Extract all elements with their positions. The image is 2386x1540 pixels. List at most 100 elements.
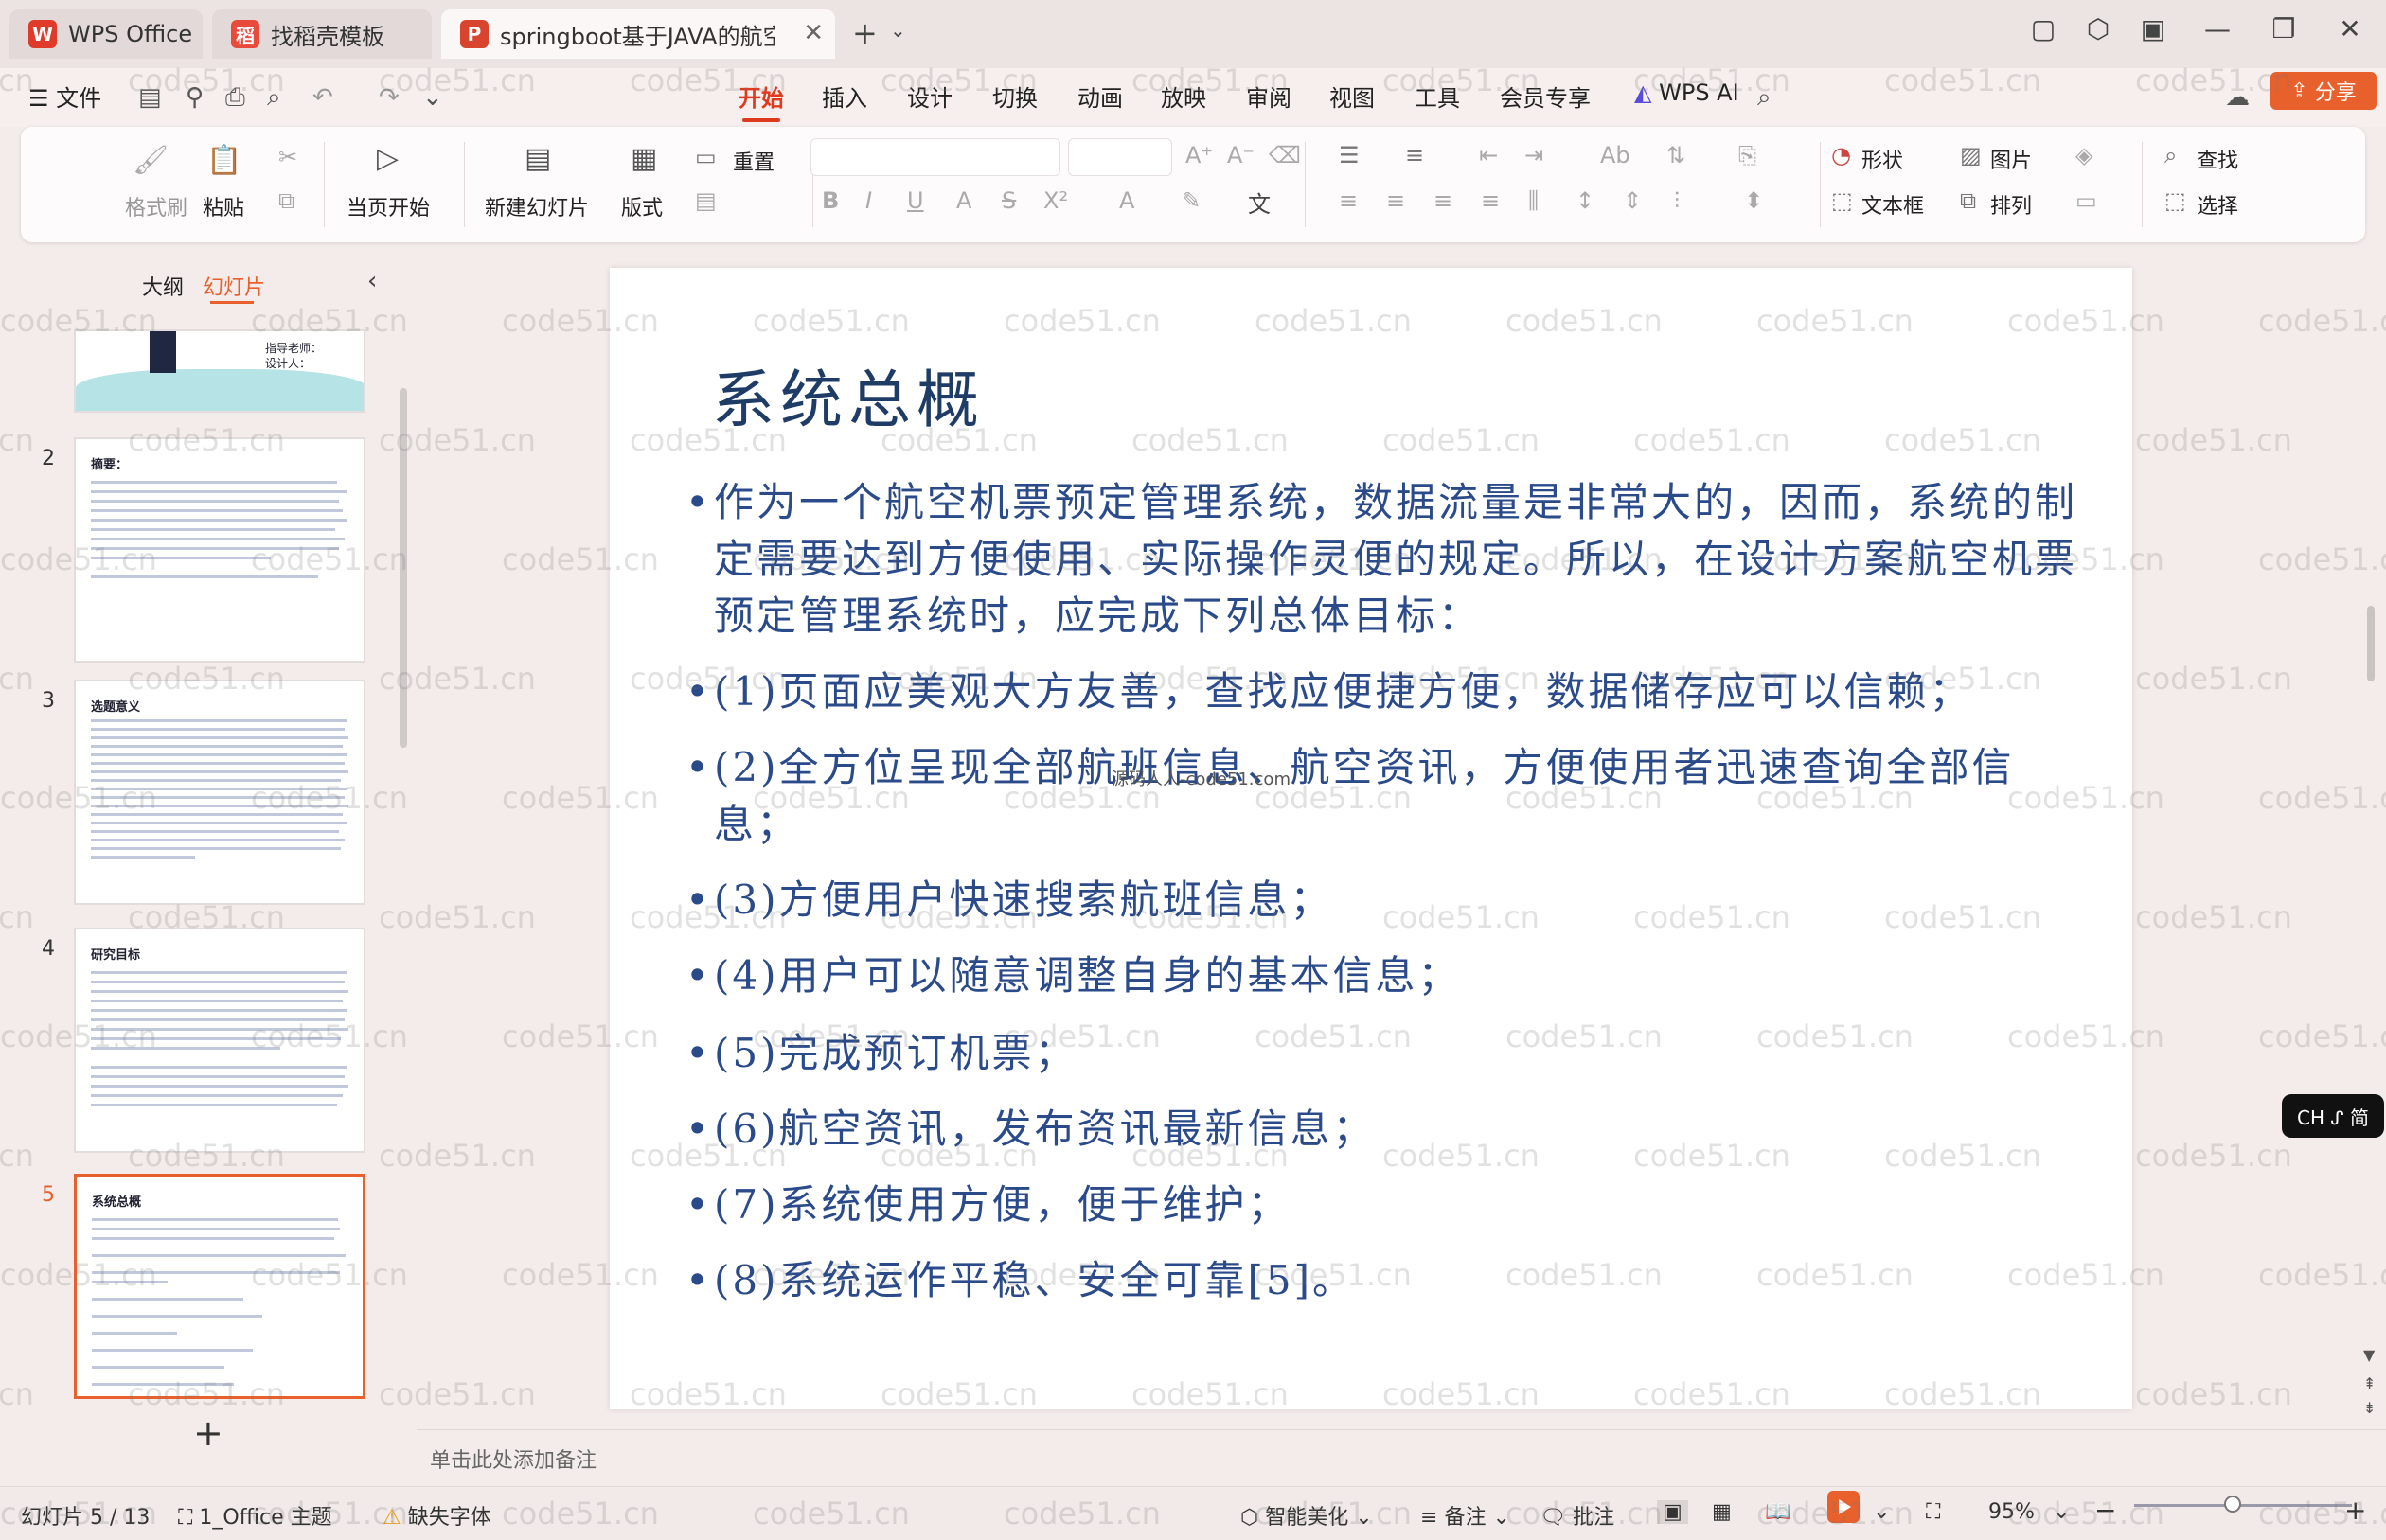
paste-button[interactable]: 粘贴 (203, 191, 244, 221)
next-slide-icon[interactable]: ⇟ (2363, 1399, 2376, 1417)
print-preview-icon[interactable]: ⌕ (267, 83, 281, 113)
zoom-chevron-icon[interactable]: ⌄ (2053, 1500, 2070, 1524)
copy-icon[interactable]: ⧉ (278, 187, 294, 214)
add-slide-icon[interactable]: + (193, 1412, 223, 1454)
reset-button[interactable]: 重置 (733, 146, 775, 176)
bullet-item-2[interactable]: • (2)全方位呈现全部航班信息、航空资讯，方便使用者迅速查询全部信息； (686, 739, 2077, 853)
play-circle-icon[interactable]: ▷ (377, 142, 399, 175)
text-direction-icon[interactable]: Ab (1600, 142, 1630, 168)
slide-title[interactable]: 系统总概 (712, 349, 985, 440)
new-slide-button[interactable]: 新建幻灯片 (485, 191, 589, 221)
clipboard-icon[interactable]: 📋 (206, 144, 241, 177)
justify-icon[interactable]: ≡ (1481, 187, 1500, 214)
grid-view-icon[interactable]: ▦ (1712, 1500, 1732, 1524)
menu-review[interactable]: 审阅 (1246, 80, 1291, 113)
menu-member[interactable]: 会员专享 (1500, 80, 1591, 113)
underline-icon[interactable]: U (907, 187, 924, 214)
textbox-button[interactable]: 文本框 (1861, 189, 1924, 220)
play-from-current-button[interactable]: 当页开始 (347, 191, 430, 221)
picture-icon[interactable]: ▨ (1960, 142, 1982, 168)
bullet-list-icon[interactable]: ☰ (1339, 142, 1360, 168)
font-family-select[interactable] (810, 138, 1060, 176)
zoom-slider-handle[interactable] (2223, 1496, 2241, 1513)
bold-icon[interactable]: B (822, 187, 839, 214)
bullet-item-6[interactable]: • (6)航空资讯，发布资讯最新信息； (686, 1101, 2077, 1158)
slideshow-play-button[interactable] (1827, 1491, 1860, 1523)
arrange-icon[interactable]: ⧉ (1960, 187, 1976, 214)
canvas-scrollbar[interactable] (2367, 606, 2375, 681)
menu-insert[interactable]: 插入 (822, 80, 867, 113)
ime-indicator[interactable]: CH ᔑ 简 (2282, 1094, 2384, 1138)
theme-button[interactable]: ⛶ 1_Office 主题 (178, 1500, 332, 1531)
new-tab-icon[interactable]: + (852, 15, 878, 51)
new-slide-icon[interactable]: ▤ (525, 142, 551, 175)
notes-button[interactable]: ≡ 备注 ⌄ (1420, 1500, 1510, 1531)
wps-ai-button[interactable]: ◭ WPS AI (1634, 80, 1739, 106)
sort-icon[interactable]: ⇅ (1666, 142, 1685, 168)
picture-button[interactable]: 图片 (1990, 144, 2032, 174)
line-spacing-icon[interactable]: ↕ (1576, 187, 1594, 214)
section-icon[interactable]: ▤ (695, 187, 717, 214)
redo-icon[interactable]: ↷ (379, 83, 400, 112)
undo-icon[interactable]: ↶ (312, 83, 333, 112)
bullet-item-1[interactable]: • (1)页面应美观大方友善，查找应便捷方便，数据储存应可以信赖； (686, 664, 2077, 720)
textbox-icon[interactable]: ⬚ (1831, 187, 1853, 214)
increase-font-icon[interactable]: A⁺ (1185, 142, 1213, 168)
decrease-indent-icon[interactable]: ⇤ (1479, 142, 1498, 168)
arrange-button[interactable]: 排列 (1990, 189, 2032, 220)
shape-icon[interactable]: ◔ (1831, 142, 1851, 168)
paragraph-spacing-icon[interactable]: ⇕ (1623, 187, 1642, 214)
decrease-font-icon[interactable]: A⁻ (1227, 142, 1255, 168)
select-button[interactable]: 选择 (2197, 189, 2238, 220)
font-size-select[interactable] (1068, 138, 1172, 176)
align-left-icon[interactable]: ≡ (1339, 187, 1358, 214)
cut-icon[interactable]: ✂ (278, 144, 297, 170)
menu-design[interactable]: 设计 (907, 80, 953, 113)
file-menu[interactable]: ☰ 文件 (28, 80, 101, 113)
prev-slide-icon[interactable]: ⇞ (2363, 1374, 2376, 1392)
select-icon[interactable]: ⬚ (2164, 187, 2186, 214)
menu-home[interactable]: 开始 (739, 80, 784, 122)
close-window-icon[interactable]: ✕ (2329, 13, 2371, 44)
save-icon[interactable]: ▤ (138, 83, 162, 112)
tab-close-icon[interactable]: ✕ (803, 19, 824, 47)
tab-outline[interactable]: 大纲 (142, 271, 184, 301)
text-align-vertical-icon[interactable]: ⬍ (1744, 187, 1763, 214)
outline-icon[interactable]: ▭ (2075, 187, 2097, 214)
slide-canvas[interactable]: 系统总概 • 作为一个航空机票预定管理系统，数据流量是非常大的，因而，系统的制定需… (610, 268, 2132, 1409)
find-icon[interactable]: ⌕ (2164, 142, 2177, 168)
bullet-item-7[interactable]: • (7)系统使用方便，便于维护； (686, 1177, 2077, 1233)
slide-thumbnail-2[interactable]: 摘要： (74, 437, 365, 663)
align-right-icon[interactable]: ≡ (1433, 187, 1452, 214)
slide-thumbnail-5[interactable]: 系统总概 (74, 1174, 365, 1399)
menu-view[interactable]: 视图 (1329, 80, 1375, 113)
align-center-icon[interactable]: ≡ (1386, 187, 1405, 214)
avatar[interactable]: ▣ (2132, 13, 2174, 44)
shape-button[interactable]: 形状 (1861, 144, 1903, 174)
bullet-item-8[interactable]: • (8)系统运作平稳、安全可靠[5]。 (686, 1252, 2077, 1309)
phonetic-icon[interactable]: 文 (1248, 186, 1271, 219)
strikethrough-icon[interactable]: S (1002, 187, 1016, 214)
fill-icon[interactable]: ◈ (2075, 142, 2092, 168)
format-painter-button[interactable]: 格式刷 (125, 191, 187, 221)
chevron-down-icon[interactable]: ⌄ (890, 19, 906, 42)
minimize-icon[interactable]: — (2197, 13, 2238, 44)
bullet-intro[interactable]: • 作为一个航空机票预定管理系统，数据流量是非常大的，因而，系统的制定需要达到方便… (686, 474, 2077, 645)
layout-icon[interactable]: ▦ (631, 142, 657, 175)
menu-slideshow[interactable]: 放映 (1161, 80, 1206, 113)
menu-tools[interactable]: 工具 (1415, 80, 1460, 113)
tab-wps-office[interactable]: W WPS Office (9, 9, 203, 59)
format-painter-icon[interactable]: 🖌 (133, 144, 169, 177)
zoom-slider[interactable] (2134, 1504, 2352, 1507)
fit-window-icon[interactable]: ⛶ (1926, 1500, 1940, 1524)
superscript-icon[interactable]: X² (1043, 187, 1068, 214)
collapse-panel-icon[interactable]: ‹ (367, 267, 377, 295)
highlight-icon[interactable]: ✎ (1182, 187, 1201, 214)
more-chevron-icon[interactable]: ⌄ (422, 83, 443, 112)
cloud-icon[interactable]: ☁ (2225, 83, 2250, 112)
tab-document[interactable]: P springboot基于JAVA的航空机 ✕ (441, 9, 835, 59)
bullet-item-4[interactable]: • (4)用户可以随意调整自身的基本信息； (686, 947, 2077, 1004)
convert-icon[interactable]: ⎘ (1738, 142, 1756, 168)
find-button[interactable]: 查找 (2197, 144, 2238, 174)
normal-view-icon[interactable]: ▣ (1657, 1500, 1688, 1524)
